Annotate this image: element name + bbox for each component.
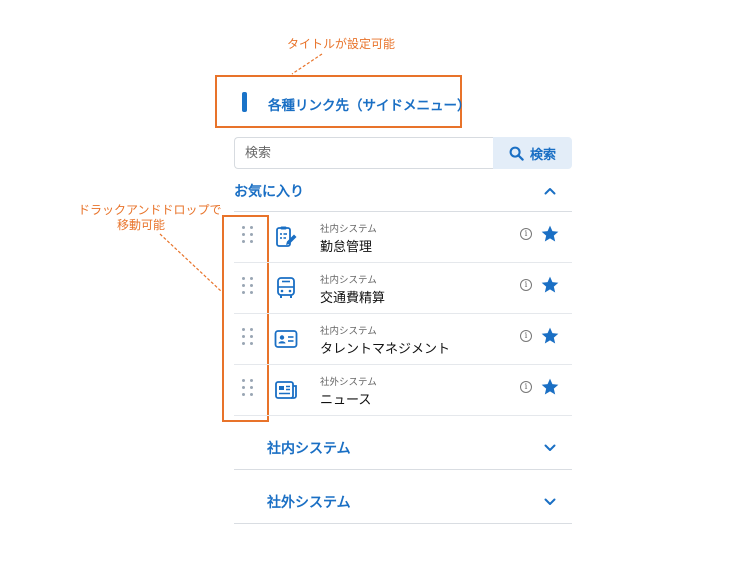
list-item[interactable]: 社内システム タレントマネジメント i: [234, 314, 572, 365]
search-bar: 検索: [234, 137, 572, 169]
page-title: 各種リンク先（サイドメニュー）: [268, 98, 471, 114]
drag-handle-icon[interactable]: [242, 226, 254, 244]
drag-handle-icon[interactable]: [242, 328, 254, 346]
star-icon[interactable]: [540, 377, 560, 397]
section-header-internal[interactable]: 社内システム: [234, 436, 572, 460]
star-icon[interactable]: [540, 275, 560, 295]
favorites-header[interactable]: お気に入り: [234, 179, 572, 203]
search-icon: [509, 146, 524, 161]
bus-icon: [277, 277, 295, 298]
item-name[interactable]: 交通費精算: [320, 287, 385, 306]
favorites-title: お気に入り: [234, 184, 304, 200]
chevron-down-icon[interactable]: [544, 498, 556, 506]
item-category: 社内システム: [320, 326, 377, 337]
drag-handle-icon[interactable]: [242, 379, 254, 397]
section-header-external[interactable]: 社外システム: [234, 490, 572, 514]
item-category: 社内システム: [320, 224, 377, 235]
id-card-icon: [274, 330, 298, 348]
search-button[interactable]: 検索: [493, 137, 572, 169]
search-input[interactable]: [234, 137, 493, 169]
info-icon[interactable]: i: [520, 279, 532, 291]
info-icon[interactable]: i: [520, 330, 532, 342]
section-divider: [234, 523, 572, 524]
item-name[interactable]: タレントマネジメント: [320, 338, 450, 357]
item-category: 社外システム: [320, 377, 377, 388]
item-category: 社内システム: [320, 275, 377, 286]
chevron-down-icon[interactable]: [544, 444, 556, 452]
item-name[interactable]: 勤怠管理: [320, 236, 372, 255]
star-icon[interactable]: [540, 224, 560, 244]
section-divider: [234, 469, 572, 470]
item-name[interactable]: ニュース: [320, 389, 371, 408]
star-icon[interactable]: [540, 326, 560, 346]
drag-handle-icon[interactable]: [242, 277, 254, 295]
list-item[interactable]: 社外システム ニュース i: [234, 365, 572, 416]
search-button-label: 検索: [529, 147, 556, 163]
clipboard-edit-icon: [276, 226, 297, 247]
section-title: 社外システム: [267, 495, 351, 511]
list-item[interactable]: 社内システム 交通費精算 i: [234, 263, 572, 314]
info-icon[interactable]: i: [520, 228, 532, 240]
info-icon[interactable]: i: [520, 381, 532, 393]
chevron-up-icon[interactable]: [544, 187, 556, 195]
list-item[interactable]: 社内システム 勤怠管理 i: [234, 212, 572, 263]
title-accent-bar: [242, 92, 247, 112]
section-title: 社内システム: [267, 441, 351, 457]
newspaper-icon: [275, 381, 297, 399]
